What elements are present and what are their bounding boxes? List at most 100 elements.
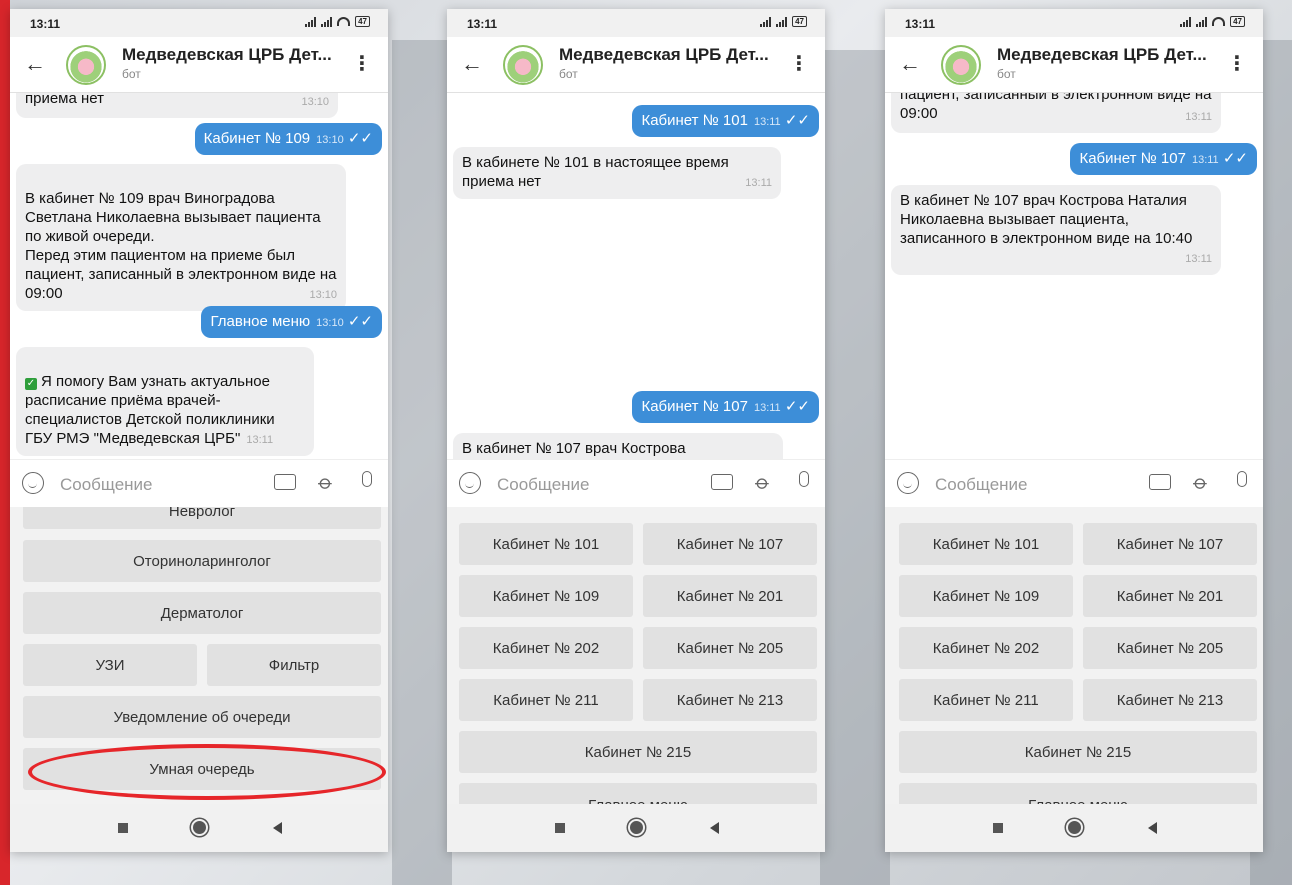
home-icon[interactable] [1066, 819, 1083, 836]
back-arrow-icon[interactable]: ← [461, 51, 483, 77]
message-input[interactable]: Сообщение [935, 475, 1028, 495]
emoji-icon[interactable] [22, 472, 44, 494]
status-bar: 13:11 47 [10, 9, 388, 37]
keyboard-button[interactable]: Фильтр [207, 644, 381, 686]
signal-icon [776, 16, 788, 27]
background-shape [820, 50, 890, 885]
phone-screen-2: 13:11 47 ← Медведевская ЦРБ Дет... бот ⋮… [447, 9, 825, 852]
keyboard-button[interactable]: Кабинет № 202 [899, 627, 1073, 669]
message-input-bar: Сообщение ⌀ [10, 459, 388, 507]
signal-icon [1196, 16, 1208, 27]
attach-icon[interactable]: ⌀ [1188, 469, 1214, 495]
home-icon[interactable] [191, 819, 208, 836]
keyboard-button[interactable]: Кабинет № 202 [459, 627, 633, 669]
microphone-icon[interactable] [1237, 471, 1247, 487]
more-options-icon[interactable]: ⋮ [1227, 51, 1247, 76]
keyboard-button[interactable]: Кабинет № 213 [1083, 679, 1257, 721]
outgoing-message: Кабинет № 109 13:10 ✓✓ [194, 123, 382, 155]
recent-apps-icon[interactable] [993, 823, 1003, 833]
back-arrow-icon[interactable]: ← [24, 51, 46, 77]
keyboard-icon[interactable] [1149, 474, 1171, 490]
recent-apps-icon[interactable] [555, 823, 565, 833]
keyboard-button[interactable]: Кабинет № 107 [643, 523, 817, 565]
keyboard-button[interactable]: Кабинет № 201 [643, 575, 817, 617]
android-nav-bar [885, 804, 1263, 852]
bot-avatar[interactable] [941, 45, 981, 85]
keyboard-button[interactable]: Невролог [23, 507, 381, 529]
message-input[interactable]: Сообщение [60, 475, 153, 495]
keyboard-button[interactable]: Кабинет № 205 [1083, 627, 1257, 669]
home-icon[interactable] [628, 819, 645, 836]
keyboard-button[interactable]: Главное меню [899, 783, 1257, 804]
incoming-message: В кабинет № 107 врач Кострова [453, 433, 783, 459]
keyboard-button[interactable]: Уведомление об очереди [23, 696, 381, 738]
keyboard-button[interactable]: Кабинет № 205 [643, 627, 817, 669]
battery-icon: 47 [355, 16, 370, 27]
keyboard-button[interactable]: Кабинет № 201 [1083, 575, 1257, 617]
message-list[interactable]: Кабинет № 101 13:11 ✓✓ В кабинете № 101 в… [447, 93, 825, 459]
keyboard-icon[interactable] [274, 474, 296, 490]
chat-title[interactable]: Медведевская ЦРБ Дет... [559, 45, 769, 65]
background-shape [392, 40, 452, 885]
message-input[interactable]: Сообщение [497, 475, 590, 495]
back-triangle-icon[interactable] [273, 822, 282, 834]
chat-subtitle: бот [559, 67, 578, 81]
back-arrow-icon[interactable]: ← [899, 51, 921, 77]
attach-icon[interactable]: ⌀ [313, 469, 339, 495]
keyboard-button[interactable]: Кабинет № 215 [899, 731, 1257, 773]
phone-screen-1: 13:11 47 ← Медведевская ЦРБ Дет... бот ⋮… [10, 9, 388, 852]
more-options-icon[interactable]: ⋮ [352, 51, 372, 76]
keyboard-button[interactable]: Кабинет № 109 [459, 575, 633, 617]
chat-title[interactable]: Медведевская ЦРБ Дет... [122, 45, 332, 65]
check-mark-icon: ✓ [25, 378, 37, 390]
emoji-icon[interactable] [897, 472, 919, 494]
keyboard-button[interactable]: Кабинет № 101 [899, 523, 1073, 565]
message-input-bar: Сообщение ⌀ [447, 459, 825, 507]
more-options-icon[interactable]: ⋮ [789, 51, 809, 76]
back-triangle-icon[interactable] [1148, 822, 1157, 834]
keyboard-button[interactable]: Кабинет № 213 [643, 679, 817, 721]
android-nav-bar [10, 804, 388, 852]
keyboard-button[interactable]: Кабинет № 211 [459, 679, 633, 721]
status-time: 13:11 [467, 17, 498, 31]
message-input-bar: Сообщение ⌀ [885, 459, 1263, 507]
signal-icon [321, 16, 333, 27]
keyboard-icon[interactable] [711, 474, 733, 490]
bot-avatar[interactable] [66, 45, 106, 85]
battery-icon: 47 [792, 16, 807, 27]
recent-apps-icon[interactable] [118, 823, 128, 833]
red-side-bar [0, 0, 10, 885]
microphone-icon[interactable] [362, 471, 372, 487]
signal-icon [1180, 16, 1192, 27]
keyboard-button[interactable]: Оториноларинголог [23, 540, 381, 582]
keyboard-button[interactable]: Кабинет № 101 [459, 523, 633, 565]
emoji-icon[interactable] [459, 472, 481, 494]
message-list[interactable]: пациент, записанный в электронном виде н… [885, 93, 1263, 459]
outgoing-message: Кабинет № 107 13:11 ✓✓ [632, 391, 819, 423]
chat-title[interactable]: Медведевская ЦРБ Дет... [997, 45, 1207, 65]
chat-subtitle: бот [997, 67, 1016, 81]
microphone-icon[interactable] [799, 471, 809, 487]
keyboard-button[interactable]: Кабинет № 109 [899, 575, 1073, 617]
keyboard-button[interactable]: Кабинет № 211 [899, 679, 1073, 721]
bot-avatar[interactable] [503, 45, 543, 85]
chat-header: ← Медведевская ЦРБ Дет... бот ⋮ [10, 37, 388, 93]
status-bar: 13:11 47 [447, 9, 825, 37]
incoming-message: В кабинете № 101 в настоящее время прием… [453, 147, 781, 199]
chat-subtitle: бот [122, 67, 141, 81]
android-nav-bar [447, 804, 825, 852]
message-list[interactable]: приема нет 13:10 Кабинет № 109 13:10 ✓✓ В … [10, 93, 388, 459]
incoming-message: ✓ Я помогу Вам узнать актуальное расписан… [16, 347, 314, 456]
wifi-icon [1212, 17, 1226, 26]
keyboard-button[interactable]: Кабинет № 107 [1083, 523, 1257, 565]
attach-icon[interactable]: ⌀ [750, 469, 776, 495]
keyboard-button[interactable]: Дерматолог [23, 592, 381, 634]
outgoing-message: Главное меню 13:10 ✓✓ [201, 306, 382, 338]
back-triangle-icon[interactable] [710, 822, 719, 834]
keyboard-button[interactable]: УЗИ [23, 644, 197, 686]
keyboard-button[interactable]: Главное меню [459, 783, 817, 804]
keyboard-button[interactable]: Кабинет № 215 [459, 731, 817, 773]
status-bar: 13:11 47 [885, 9, 1263, 37]
bot-keyboard: Кабинет № 101 Кабинет № 107 Кабинет № 10… [447, 507, 825, 804]
status-time: 13:11 [30, 17, 61, 31]
